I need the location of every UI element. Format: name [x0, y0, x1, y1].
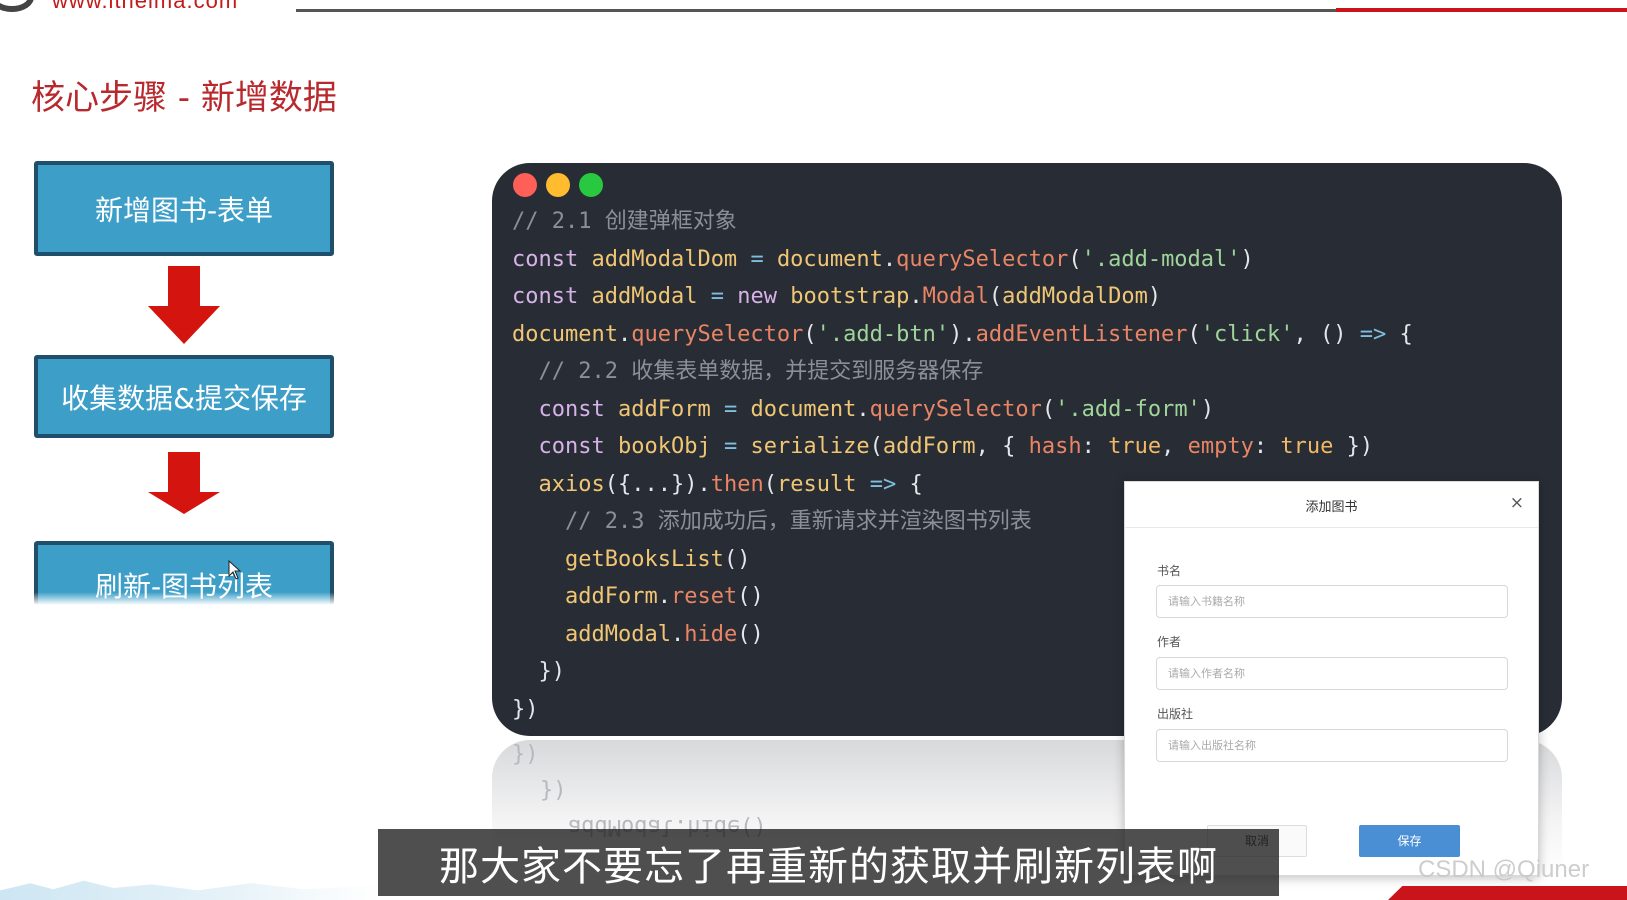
video-subtitle: 那大家不要忘了再重新的获取并刷新列表啊 — [378, 829, 1279, 896]
author-label: 作者 — [1157, 635, 1182, 649]
flow-step-label: 刷新-图书列表 — [94, 570, 274, 603]
window-maximize-dot-icon — [579, 173, 603, 197]
add-book-modal: 添加图书 × 书名 请输入书籍名称 作者 请输入作者名称 出版社 请输入出版社名… — [1124, 481, 1539, 876]
publisher-label: 出版社 — [1157, 707, 1194, 721]
watermark: CSDN @Qiuner — [1418, 856, 1590, 883]
book-name-label: 书名 — [1157, 564, 1182, 578]
book-name-input[interactable]: 请输入书籍名称 — [1156, 585, 1508, 618]
down-arrow-icon — [148, 452, 220, 516]
close-icon[interactable]: × — [1510, 493, 1524, 513]
header-divider — [296, 9, 1336, 12]
modal-title: 添加图书 — [1305, 500, 1358, 515]
logo-mark-icon — [0, 0, 34, 12]
code-line: const addModalDom = document.querySelect… — [512, 246, 1254, 272]
logo-url: www.itheima.com — [52, 0, 239, 13]
code-line: const addModal = new bootstrap.Modal(add… — [512, 284, 1162, 309]
save-button[interactable]: 保存 — [1359, 825, 1460, 857]
footer-decoration — [0, 880, 380, 900]
publisher-input[interactable]: 请输入出版社名称 — [1156, 729, 1508, 762]
modal-header: 添加图书 × — [1125, 482, 1538, 528]
flow-step-label: 收集数据&提交保存 — [61, 381, 307, 415]
header-accent-bar — [1336, 8, 1627, 12]
brand-logo: www.itheima.com — [0, 0, 290, 13]
footer-accent-bar — [1388, 886, 1627, 900]
flow-step-form: 新增图书-表单 — [34, 161, 334, 256]
mouse-cursor-icon — [228, 560, 242, 580]
page-title: 核心步骤 - 新增数据 — [31, 78, 337, 118]
flow-step-submit: 收集数据&提交保存 — [34, 355, 334, 438]
code-line: document.querySelector('.add-btn').addEv… — [512, 321, 1413, 347]
flow-step-refresh: 刷新-图书列表 — [34, 541, 334, 605]
author-input[interactable]: 请输入作者名称 — [1156, 657, 1508, 690]
code-line: // 2.2 收集表单数据，并提交到服务器保存 — [512, 359, 984, 384]
code-line: // 2.1 创建弹框对象 — [512, 209, 737, 234]
window-close-dot-icon — [513, 173, 537, 197]
flow-step-label: 新增图书-表单 — [94, 193, 274, 227]
window-minimize-dot-icon — [546, 173, 570, 197]
down-arrow-icon — [148, 266, 220, 346]
code-line: const addForm = document.querySelector('… — [538, 396, 1215, 422]
code-line: const bookObj = serialize(addForm, { has… — [538, 434, 1374, 459]
